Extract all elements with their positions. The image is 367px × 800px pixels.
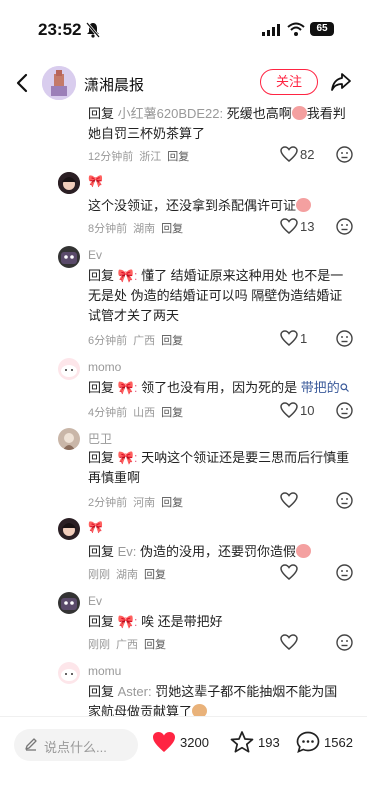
dislike-icon[interactable] (336, 330, 353, 347)
comment-text: 回复 🎀: 懂了 结婚证原来这种用处 也不是一无是处 伪造的结婚证可以吗 隔壁伪… (88, 268, 344, 323)
total-comments: 1562 (324, 734, 353, 750)
comment-text: 回复 🎀: 唉 还是带把好 (88, 614, 223, 629)
mute-bell-icon (86, 22, 100, 38)
reply-button[interactable]: 回复 (161, 497, 183, 509)
back-icon[interactable] (14, 72, 32, 94)
commenter-name[interactable]: Ev (88, 248, 102, 262)
comment-meta: 4分钟前 山西 回复 (88, 407, 184, 419)
like-heart-icon[interactable] (280, 634, 298, 650)
emoji-icon (296, 544, 312, 558)
like-count: 13 (300, 219, 315, 234)
status-bar: 23:52 65 (0, 0, 367, 58)
share-icon[interactable] (330, 71, 352, 93)
search-link[interactable]: 带把的 (301, 380, 340, 395)
emoji-icon (291, 106, 307, 120)
commenter-avatar[interactable] (58, 662, 80, 684)
like-count: 82 (300, 147, 315, 162)
comment-text: 回复 Aster: 罚她这辈子都不能抽烟不能为国家航母做贡献算了 (88, 684, 338, 716)
like-heart-icon[interactable] (280, 146, 298, 162)
like-heart-icon[interactable] (280, 492, 298, 508)
comments-button[interactable]: 1562 (296, 731, 353, 753)
reply-button[interactable]: 回复 (161, 407, 183, 419)
comment-text: 回复 🎀: 领了也没有用，因为死的是 带把的 (88, 378, 350, 398)
reply-button[interactable]: 回复 (167, 151, 189, 163)
post-header: 潇湘晨报 关注 (0, 60, 367, 106)
dislike-icon[interactable] (336, 402, 353, 419)
commenter-avatar[interactable] (58, 246, 80, 268)
follow-button[interactable]: 关注 (260, 69, 318, 95)
star-icon (230, 731, 254, 753)
like-heart-icon[interactable] (280, 218, 298, 234)
total-stars: 193 (258, 734, 280, 750)
comment-meta: 2分钟前 河南 回复 (88, 497, 184, 509)
like-heart-icon[interactable] (280, 402, 298, 418)
comment-list[interactable]: 回复 小红薯620BDE22: 死缓也高啊 我看判她自罚三杯奶茶算了 12分钟前浙… (0, 104, 367, 716)
commenter-avatar[interactable] (58, 358, 80, 380)
search-icon (340, 383, 349, 392)
comment-meta: 6分钟前 广西 回复 (88, 335, 184, 347)
author-avatar[interactable] (42, 66, 76, 100)
comment-meta: 12分钟前 浙江 回复 (88, 151, 190, 163)
heart-filled-icon (153, 732, 175, 752)
dislike-icon[interactable] (336, 146, 353, 163)
reply-button[interactable]: 回复 (144, 569, 166, 581)
dislike-icon[interactable] (336, 492, 353, 509)
author-name[interactable]: 潇湘晨报 (84, 74, 144, 95)
comment-input[interactable]: 说点什么... (14, 729, 138, 761)
comment-meta: 8分钟前 湖南 回复 (88, 223, 184, 235)
bottom-action-bar: 说点什么... 3200 193 1562 (0, 716, 367, 800)
comment-meta: 刚刚 广西 回复 (88, 639, 166, 651)
commenter-name[interactable]: 🎀 (88, 174, 103, 188)
commenter-name[interactable]: momo (88, 360, 121, 374)
comment-bubble-icon (296, 731, 320, 753)
battery-indicator: 65 (310, 22, 334, 36)
comment-text: 回复 Ev: 伪造的没用，还要罚你造假 (88, 542, 350, 562)
emoji-icon (192, 704, 208, 716)
commenter-name[interactable]: momu (88, 664, 121, 678)
commenter-avatar[interactable] (58, 428, 80, 450)
comment-placeholder: 说点什么... (44, 740, 107, 755)
total-likes: 3200 (180, 734, 209, 750)
commenter-avatar[interactable] (58, 592, 80, 614)
reply-button[interactable]: 回复 (161, 335, 183, 347)
status-time: 23:52 (38, 20, 82, 39)
comment-meta: 刚刚 湖南 回复 (88, 569, 166, 581)
dislike-icon[interactable] (336, 564, 353, 581)
like-heart-icon[interactable] (280, 330, 298, 346)
commenter-avatar[interactable] (58, 172, 80, 194)
commenter-avatar[interactable] (58, 518, 80, 540)
like-heart-icon[interactable] (280, 564, 298, 580)
commenter-name[interactable]: 巴卫 (88, 430, 112, 447)
reply-button[interactable]: 回复 (144, 639, 166, 651)
like-count: 1 (300, 331, 308, 346)
collect-button[interactable]: 193 (230, 731, 280, 753)
comment-text: 回复 🎀: 天呐这个领证还是要三思而后行慎重再慎重啊 (88, 450, 350, 485)
dislike-icon[interactable] (336, 218, 353, 235)
comment-text: 回复 小红薯620BDE22: 死缓也高啊 我看判她自罚三杯奶茶算了 (88, 106, 346, 141)
dislike-icon[interactable] (336, 634, 353, 651)
reply-button[interactable]: 回复 (161, 223, 183, 235)
emoji-icon (296, 198, 312, 212)
comment-text: 这个没领证，还没拿到杀配偶许可证 (88, 196, 350, 216)
like-button[interactable]: 3200 (152, 731, 209, 753)
commenter-name[interactable]: Ev (88, 594, 102, 608)
commenter-name[interactable]: 🎀 (88, 520, 103, 534)
signal-icon (262, 24, 280, 36)
wifi-icon (287, 22, 305, 36)
like-count: 10 (300, 403, 315, 418)
pen-icon (25, 738, 37, 751)
